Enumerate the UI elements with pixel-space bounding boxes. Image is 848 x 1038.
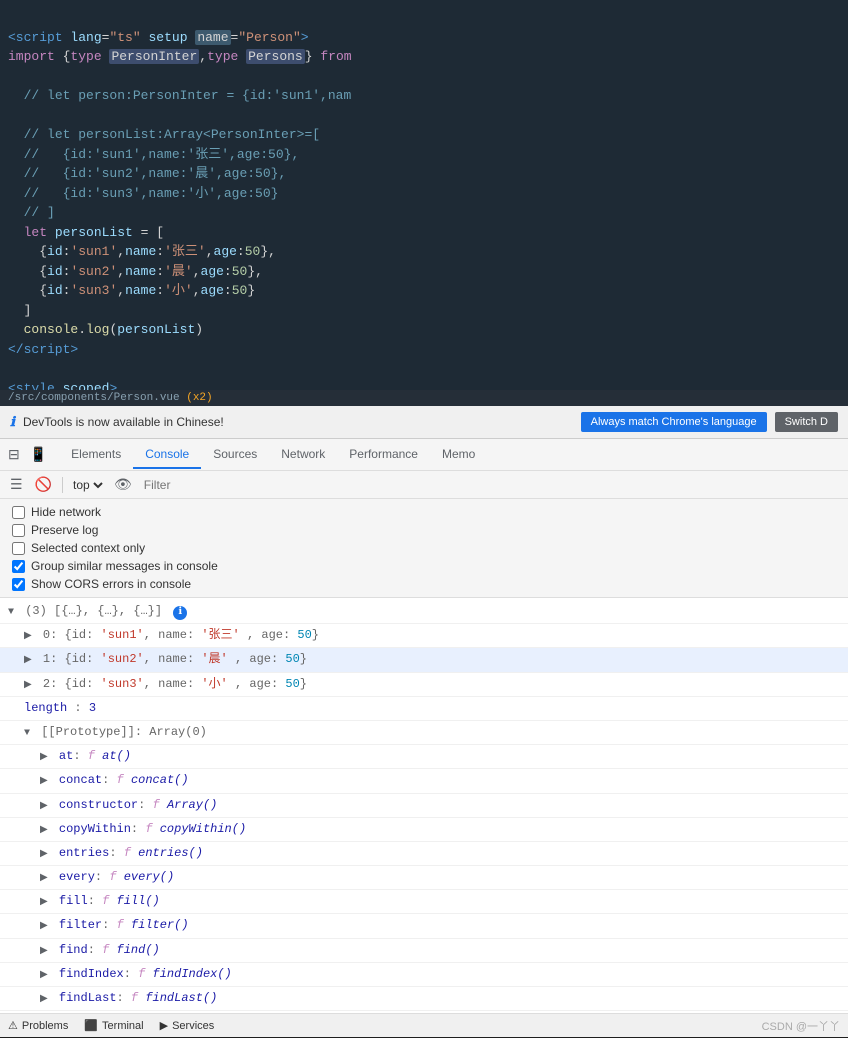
tab-elements[interactable]: Elements: [59, 441, 133, 469]
tab-icons: ⊟ 📱: [4, 444, 51, 465]
expand-arrow-every[interactable]: ▶: [40, 873, 48, 884]
services-icon: ▶: [160, 1019, 168, 1032]
entry-2-val: {id: 'sun3', name:: [65, 677, 202, 691]
console-entry-at[interactable]: ▶ at: f at(): [0, 745, 848, 769]
option-group-similar: Group similar messages in console: [12, 557, 836, 575]
entry-0-val: {id: 'sun1', name:: [65, 628, 202, 642]
hide-network-label[interactable]: Hide network: [31, 505, 101, 519]
device-toolbar-icon[interactable]: 📱: [26, 444, 51, 465]
expand-arrow-concat[interactable]: ▶: [40, 776, 48, 787]
console-entry-entries[interactable]: ▶ entries: f entries(): [0, 842, 848, 866]
terminal-label: Terminal: [102, 1020, 144, 1032]
filepath-text: /src/components/Person.vue: [8, 392, 186, 404]
console-options: Hide network Preserve log Selected conte…: [0, 499, 848, 598]
hide-network-checkbox[interactable]: [12, 506, 25, 519]
length-text: length: [24, 701, 67, 715]
selected-context-checkbox[interactable]: [12, 542, 25, 555]
tab-performance[interactable]: Performance: [337, 441, 430, 469]
info-icon: ℹ: [10, 414, 15, 430]
dock-icon[interactable]: ⊟: [4, 444, 24, 465]
console-entry-constructor[interactable]: ▶ constructor: f Array(): [0, 794, 848, 818]
expand-arrow-find[interactable]: ▶: [40, 946, 48, 957]
services-status[interactable]: ▶ Services: [160, 1019, 215, 1032]
expand-arrow-fill[interactable]: ▶: [40, 897, 48, 908]
problems-label: Problems: [22, 1020, 68, 1032]
console-output[interactable]: ▼ (3) [{…}, {…}, {…}] ℹ ▶ 0: {id: 'sun1'…: [0, 598, 848, 1013]
expand-arrow-findlast[interactable]: ▶: [40, 994, 48, 1005]
expand-arrow-constructor[interactable]: ▶: [40, 801, 48, 812]
devtools-banner: ℹ DevTools is now available in Chinese! …: [0, 406, 848, 439]
console-entry-every[interactable]: ▶ every: f every(): [0, 866, 848, 890]
eye-icon[interactable]: 👁: [110, 474, 136, 495]
cors-errors-label[interactable]: Show CORS errors in console: [31, 577, 191, 591]
tab-console[interactable]: Console: [133, 441, 201, 469]
clear-button[interactable]: 🚫: [31, 474, 56, 495]
editor-area: <script lang="ts" setup name="Person"> i…: [0, 0, 848, 390]
cors-errors-checkbox[interactable]: [12, 578, 25, 591]
terminal-icon: ⬛: [84, 1019, 98, 1032]
console-toolbar: ☰ 🚫 top 👁: [0, 471, 848, 499]
tab-sources[interactable]: Sources: [201, 441, 269, 469]
array-preview: (3) [: [25, 604, 61, 618]
group-similar-label[interactable]: Group similar messages in console: [31, 559, 218, 573]
entry-0-index: 0:: [43, 628, 65, 642]
services-label: Services: [172, 1020, 214, 1032]
code-content[interactable]: <script lang="ts" setup name="Person"> i…: [0, 0, 848, 390]
console-entry-length: length : 3: [0, 697, 848, 721]
tab-memo[interactable]: Memo: [430, 441, 487, 469]
expand-arrow-2[interactable]: ▶: [24, 680, 32, 691]
console-entry-filter[interactable]: ▶ filter: f filter(): [0, 914, 848, 938]
switch-button[interactable]: Switch D: [775, 412, 838, 432]
prototype-text: [[Prototype]]: Array(0): [41, 725, 207, 739]
console-entry-2[interactable]: ▶ 2: {id: 'sun3', name: '小' , age: 50}: [0, 673, 848, 697]
always-match-button[interactable]: Always match Chrome's language: [581, 412, 767, 432]
expand-arrow-1[interactable]: ▶: [24, 655, 32, 666]
preserve-log-label[interactable]: Preserve log: [31, 523, 98, 537]
filepath-bar: /src/components/Person.vue (x2): [0, 390, 848, 406]
expand-arrow-copywithin[interactable]: ▶: [40, 825, 48, 836]
entry-2-index: 2:: [43, 677, 65, 691]
option-preserve-log: Preserve log: [12, 521, 836, 539]
info-badge: ℹ: [173, 606, 187, 620]
devtools-tabs: ⊟ 📱 Elements Console Sources Network Per…: [0, 439, 848, 471]
console-entry-1[interactable]: ▶ 1: {id: 'sun2', name: '晨' , age: 50}: [0, 648, 848, 672]
console-entry-findlast[interactable]: ▶ findLast: f findLast(): [0, 987, 848, 1011]
expand-arrow-0[interactable]: ▶: [24, 631, 32, 642]
csdn-watermark: CSDN @一丫丫: [762, 1018, 840, 1034]
console-entry-fill[interactable]: ▶ fill: f fill(): [0, 890, 848, 914]
filter-input[interactable]: [140, 476, 842, 494]
expand-arrow-entries[interactable]: ▶: [40, 849, 48, 860]
console-entry-concat[interactable]: ▶ concat: f concat(): [0, 769, 848, 793]
problems-icon: ⚠: [8, 1019, 18, 1032]
terminal-status[interactable]: ⬛ Terminal: [84, 1019, 143, 1032]
status-bar: ⚠ Problems ⬛ Terminal ▶ Services CSDN @一…: [0, 1013, 848, 1037]
sidebar-toggle-button[interactable]: ☰: [6, 474, 27, 495]
tab-network[interactable]: Network: [269, 441, 337, 469]
console-entry-findindex[interactable]: ▶ findIndex: f findIndex(): [0, 963, 848, 987]
option-cors-errors: Show CORS errors in console: [12, 575, 836, 593]
toolbar-separator: [62, 477, 63, 493]
console-entry-prototype[interactable]: ▼ [[Prototype]]: Array(0): [0, 721, 848, 745]
expand-arrow-proto[interactable]: ▼: [24, 728, 30, 739]
entry-1-index: 1:: [43, 652, 65, 666]
preserve-log-checkbox[interactable]: [12, 524, 25, 537]
entry-1-val: {id: 'sun2', name:: [65, 652, 202, 666]
devtools-panel: ℹ DevTools is now available in Chinese! …: [0, 406, 848, 1037]
console-entry-array[interactable]: ▼ (3) [{…}, {…}, {…}] ℹ: [0, 600, 848, 624]
console-entry-find[interactable]: ▶ find: f find(): [0, 939, 848, 963]
selected-context-label[interactable]: Selected context only: [31, 541, 145, 555]
context-select[interactable]: top: [69, 477, 106, 493]
option-hide-network: Hide network: [12, 503, 836, 521]
expand-arrow-findindex[interactable]: ▶: [40, 970, 48, 981]
expand-arrow-filter[interactable]: ▶: [40, 921, 48, 932]
console-entry-copywithin[interactable]: ▶ copyWithin: f copyWithin(): [0, 818, 848, 842]
filepath-x2: (x2): [186, 392, 212, 404]
problems-status[interactable]: ⚠ Problems: [8, 1019, 68, 1032]
group-similar-checkbox[interactable]: [12, 560, 25, 573]
option-selected-context: Selected context only: [12, 539, 836, 557]
expand-arrow-array[interactable]: ▼: [8, 607, 14, 618]
console-entry-0[interactable]: ▶ 0: {id: 'sun1', name: '张三' , age: 50}: [0, 624, 848, 648]
expand-arrow-at[interactable]: ▶: [40, 752, 48, 763]
banner-text: DevTools is now available in Chinese!: [23, 415, 573, 429]
